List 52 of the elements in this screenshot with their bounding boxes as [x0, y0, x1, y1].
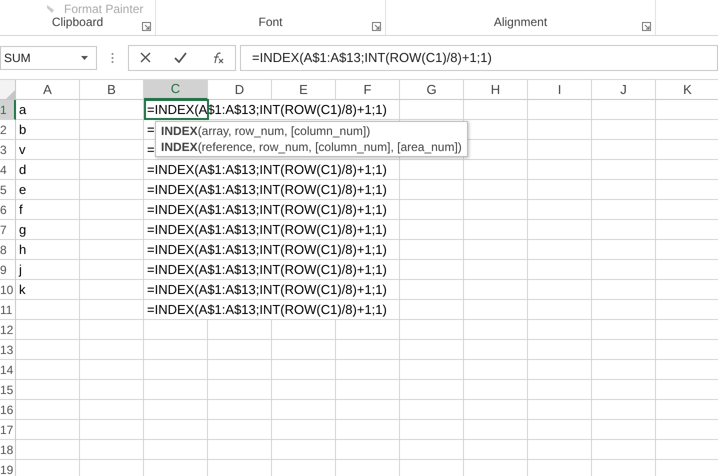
row-header[interactable]: 16	[0, 400, 16, 420]
corner-triangle-icon	[6, 90, 15, 99]
table-cell-text: f	[18, 201, 24, 220]
checkmark-icon[interactable]	[174, 52, 187, 63]
column-header[interactable]: E	[272, 80, 336, 100]
name-box[interactable]: SUM	[0, 46, 97, 70]
column-header[interactable]: I	[528, 80, 592, 100]
row-header[interactable]: 18	[0, 440, 16, 460]
column-header[interactable]: H	[464, 80, 528, 100]
dialog-launcher-icon[interactable]	[142, 22, 151, 31]
row-header[interactable]: 11	[0, 300, 16, 320]
column-header[interactable]: C	[144, 80, 208, 100]
column-header[interactable]: B	[80, 80, 144, 100]
row-header[interactable]: 14	[0, 360, 16, 380]
row-header[interactable]: 9	[0, 260, 16, 280]
table-cell-text: g	[18, 221, 28, 240]
row-header[interactable]: 19	[0, 460, 16, 476]
row-header[interactable]: 12	[0, 320, 16, 340]
table-cell-text: h	[18, 241, 28, 260]
row-header[interactable]: 7	[0, 220, 16, 240]
column-header[interactable]: F	[336, 80, 400, 100]
row-header[interactable]: 17	[0, 420, 16, 440]
table-cell-text: k	[18, 281, 26, 300]
row-header[interactable]: 15	[0, 380, 16, 400]
column-header[interactable]: J	[592, 80, 656, 100]
ribbon-group-label: Font	[258, 14, 282, 31]
more-options-icon[interactable]	[111, 52, 114, 64]
row-header[interactable]: 5	[0, 180, 16, 200]
dialog-launcher-icon[interactable]	[372, 22, 381, 31]
row-header[interactable]: 10	[0, 280, 16, 300]
column-header[interactable]: A	[16, 80, 80, 100]
row-header[interactable]: 6	[0, 200, 16, 220]
formula-input[interactable]: =INDEX(A$1:A$13;INT(ROW(C1)/8)+1;1)	[240, 44, 718, 70]
column-header[interactable]: D	[208, 80, 272, 100]
row-header[interactable]: 2	[0, 120, 16, 140]
row-header[interactable]: 8	[0, 240, 16, 260]
table-cell-text: e	[18, 181, 28, 200]
table-cell-text: v	[18, 141, 26, 160]
row-header[interactable]: 1	[0, 100, 16, 120]
row-header[interactable]: 4	[0, 160, 16, 180]
row-header[interactable]: 13	[0, 340, 16, 360]
table-cell-text: j	[18, 261, 23, 280]
row-header[interactable]: 3	[0, 140, 16, 160]
caret-icon	[81, 56, 88, 60]
table-cell-text: b	[18, 121, 28, 140]
column-header[interactable]: G	[400, 80, 464, 100]
dialog-launcher-icon[interactable]	[642, 22, 651, 31]
close-icon[interactable]	[140, 52, 152, 63]
ribbon-group-label: Alignment	[494, 14, 548, 31]
table-cell-text: a	[18, 101, 28, 120]
table-cell-text: d	[18, 161, 28, 180]
syntax-line: INDEX(array, row_num, [column_num])	[161, 123, 372, 139]
